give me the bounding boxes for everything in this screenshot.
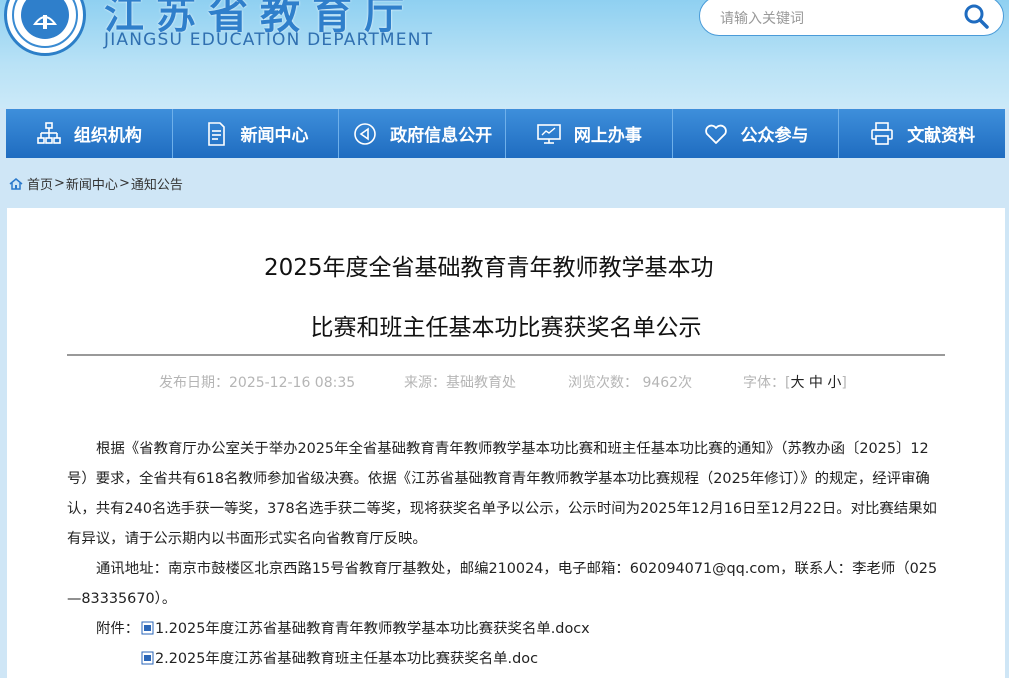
nav-item-label: 公众参与 — [740, 126, 809, 146]
document-icon — [207, 121, 225, 146]
attachment-link[interactable]: 1.2025年度江苏省基础教育青年教师教学基本功比赛获奖名单.docx — [141, 614, 590, 644]
attachment-row: 附件： 1.2025年度江苏省基础教育青年教师教学基本功比赛获奖名单.docx — [67, 614, 947, 644]
main-nav: 组织机构 新闻中心 政府信息公开 网上办事 公众参与 文献资料 — [6, 109, 1005, 158]
site-header: 江苏省教育厅 JIANGSU EDUCATION DEPARTMENT — [0, 0, 1009, 108]
org-chart-icon — [37, 121, 61, 144]
speaker-icon — [354, 122, 376, 145]
attachment-name: 1.2025年度江苏省基础教育青年教师教学基本功比赛获奖名单.docx — [155, 621, 590, 637]
article-title-line2: 比赛和班主任基本功比赛获奖名单公示 — [310, 315, 702, 341]
breadcrumb-home[interactable]: 首页 — [27, 174, 53, 193]
nav-item-news[interactable]: 新闻中心 — [173, 109, 340, 158]
printer-icon — [871, 121, 893, 145]
breadcrumb-separator: > — [118, 176, 130, 191]
nav-item-label: 政府信息公开 — [390, 126, 493, 146]
nav-item-organization[interactable]: 组织机构 — [6, 109, 173, 158]
article-source: 来源：基础教育处 — [404, 375, 516, 391]
search-input[interactable] — [718, 7, 962, 31]
monitor-icon — [537, 123, 561, 144]
breadcrumb-notices[interactable]: 通知公告 — [131, 174, 183, 193]
article-title-line1: 2025年度全省基础教育青年教师教学基本功 — [264, 255, 714, 281]
breadcrumb-news[interactable]: 新闻中心 — [66, 174, 118, 193]
nav-item-participation[interactable]: 公众参与 — [673, 109, 840, 158]
article-paragraph: 通讯地址：南京市鼓楼区北京西路15号省教育厅基教处，邮编210024，电子邮箱：… — [67, 561, 938, 607]
nav-item-gov-info[interactable]: 政府信息公开 — [339, 109, 507, 158]
education-emblem-icon[interactable] — [4, 0, 86, 56]
attachment-row: 2.2025年度江苏省基础教育班主任基本功比赛获奖名单.doc — [67, 644, 947, 674]
publish-date: 发布日期：2025-12-16 08:35 — [159, 375, 356, 391]
article-panel: 2025年度全省基础教育青年教师教学基本功 比赛和班主任基本功比赛获奖名单公示 … — [7, 208, 1005, 678]
heart-icon — [704, 124, 727, 144]
font-size-control: 字体：[大 中 小] — [743, 372, 847, 392]
attachment-link[interactable]: 2.2025年度江苏省基础教育班主任基本功比赛获奖名单.doc — [141, 644, 538, 674]
nav-item-documents[interactable]: 文献资料 — [839, 109, 1005, 158]
article-body: 根据《省教育厅办公室关于举办2025年全省基础教育青年教师教学基本功比赛和班主任… — [67, 434, 947, 674]
nav-item-label: 新闻中心 — [240, 126, 309, 146]
font-size-bracket-close: ] — [841, 375, 847, 391]
doc-file-icon — [141, 651, 154, 665]
attachment-label: 附件： — [96, 621, 140, 637]
view-count: 浏览次数： 9462次 — [568, 375, 693, 391]
font-size-small[interactable]: 小 — [827, 375, 841, 391]
site-subtitle: JIANGSU EDUCATION DEPARTMENT — [104, 30, 434, 50]
title-divider — [67, 354, 945, 356]
nav-item-label: 网上办事 — [573, 126, 642, 146]
nav-item-label: 文献资料 — [907, 126, 976, 146]
font-size-large[interactable]: 大 — [790, 375, 804, 391]
search-icon[interactable] — [962, 2, 990, 30]
search-box — [699, 0, 1004, 36]
font-size-medium[interactable]: 中 — [809, 375, 823, 391]
breadcrumb-separator: > — [54, 176, 65, 191]
article-paragraph: 根据《省教育厅办公室关于举办2025年全省基础教育青年教师教学基本功比赛和班主任… — [67, 441, 937, 547]
font-size-label: 字体： — [743, 375, 785, 391]
doc-file-icon — [141, 621, 154, 635]
nav-item-label: 组织机构 — [73, 126, 142, 146]
attachment-name: 2.2025年度江苏省基础教育班主任基本功比赛获奖名单.doc — [155, 651, 538, 667]
nav-item-online-service[interactable]: 网上办事 — [506, 109, 673, 158]
breadcrumb: 首页 > 新闻中心 > 通知公告 — [8, 174, 183, 193]
home-icon[interactable] — [8, 177, 24, 191]
